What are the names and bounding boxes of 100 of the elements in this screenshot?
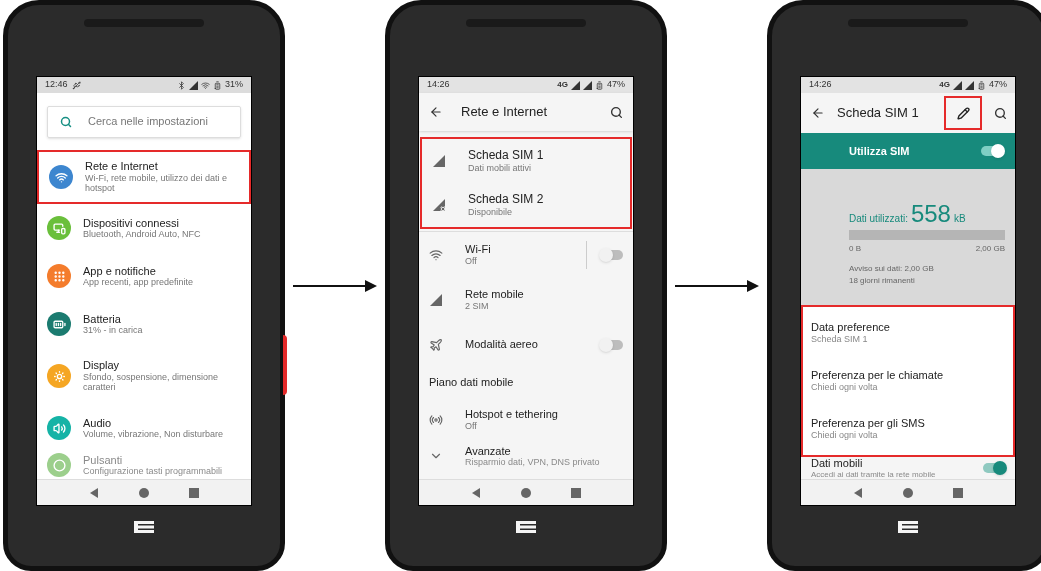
home-circle-icon[interactable] [139,487,149,498]
arrow-right-icon [293,279,377,292]
sim-item[interactable]: Scheda SIM 2 Disponibile [422,183,630,227]
battery-icon [977,80,986,90]
search-icon[interactable] [610,105,623,119]
item-subtitle: App recenti, app predefinite [83,277,194,288]
item-subtitle: Accedi ai dati tramite la rete mobile [811,469,936,479]
settings-item[interactable]: Wi-Fi Off [419,232,633,277]
use-sim-label: Utilizza SIM [849,143,910,159]
settings-item[interactable]: Modalità aereo [419,322,633,367]
item-title: Display [83,359,121,372]
back-triangle-icon[interactable] [471,487,481,498]
home-circle-icon[interactable] [521,487,531,498]
signal-icon [432,154,446,168]
search-icon [60,115,72,128]
item-subtitle: Sfondo, sospensione, dimensione caratteri [83,371,220,393]
square-icon[interactable] [571,487,581,498]
usb-icon [71,80,81,90]
settings-item[interactable]: Rete e Internet Wi-Fi, rete mobile, utilizzo dei dati e hotspot [37,150,251,204]
item-subtitle: Volume, vibrazione, Non disturbare [83,429,224,440]
settings-item[interactable]: Audio Volume, vibrazione, Non disturbare [37,404,251,452]
hotspot-icon [429,412,443,427]
clock-text: 14:26 [809,78,832,92]
settings-item[interactable]: Dati mobili Accedi ai dati tramite la rete mobile [801,457,1015,479]
clock-text: 12:46 [45,78,68,92]
item-title: Preferenza per gli SMS [811,417,926,431]
search-icon[interactable] [994,106,1007,120]
edit-button[interactable] [944,96,982,130]
settings-item[interactable]: Display Sfondo, sospensione, dimensione caratteri [37,348,251,404]
item-title: Audio [83,416,113,430]
sim-item[interactable]: Scheda SIM 1 Dati mobili attivi [422,139,630,183]
item-title: Wi-Fi [465,243,492,256]
search-placeholder: Cerca nelle impostazioni [88,114,208,130]
toggle-switch[interactable] [981,146,1003,156]
item-title: Scheda SIM 2 [468,192,544,207]
item-title: Scheda SIM 1 [468,148,544,163]
toolbar-title: Scheda SIM 1 [837,104,920,123]
item-title: Batteria [83,312,122,326]
item-subtitle: 2 SIM [465,300,490,311]
item-subtitle: Configurazione tasti programmabili [83,466,223,477]
usage-label: Dati utilizzati: [849,212,908,226]
item-subtitle: Wi-Fi, rete mobile, utilizzo dei dati e hotspot [85,172,229,194]
settings-item[interactable]: App e notifiche App recenti, app predefinite [37,252,251,300]
item-subtitle: Scheda SIM 1 [811,334,869,345]
item-subtitle: Risparmio dati, VPN, DNS privato [465,457,601,468]
usage-min: 0 B [849,243,861,255]
logo-icon [514,520,538,534]
signal-icon [189,80,198,90]
toggle-switch[interactable] [601,249,623,260]
back-triangle-icon[interactable] [89,487,99,498]
item-subtitle: Disponibile [468,206,514,218]
settings-item[interactable]: Pulsanti Configurazione tasti programmabili [37,452,251,478]
square-icon[interactable] [189,487,199,498]
pencil-icon [956,106,970,120]
battery-text: 47% [989,78,1007,92]
preference-item[interactable]: Preferenza per le chiamate Chiedi ogni volta [803,357,1013,405]
item-subtitle: Off [465,255,478,266]
home-circle-icon[interactable] [903,487,913,498]
section-header: Piano dati mobile [428,374,515,390]
battery-text: 47% [607,78,625,92]
back-triangle-icon[interactable] [853,487,863,498]
item-title: Data preference [811,321,891,335]
no-signal-icon [432,198,446,212]
clock-text: 14:26 [427,78,450,92]
search-field[interactable]: Cerca nelle impostazioni [47,105,241,138]
usage-unit: kB [953,212,966,226]
item-subtitle: Bluetooth, Android Auto, NFC [83,229,201,240]
wifi-icon [201,80,210,90]
usage-max: 2,00 GB [975,243,1005,255]
signal-icon [429,292,443,307]
settings-item[interactable]: Dispositivi connessi Bluetooth, Android Auto, NFC [37,204,251,252]
item-subtitle: Off [465,420,478,431]
toggle-switch[interactable] [983,463,1005,473]
item-title: Hotspot e tethering [465,408,559,421]
square-icon[interactable] [953,487,963,498]
item-title: App e notifiche [83,264,157,278]
preference-item[interactable]: Preferenza per gli SMS Chiedi ogni volta [803,405,1013,453]
network-type-text: 4G [939,79,950,91]
battery-icon [213,80,222,90]
item-title: Dispositivi connessi [83,216,180,230]
battery-text: 31% [225,78,243,92]
item-subtitle: Chiedi ogni volta [811,430,879,441]
settings-item[interactable]: Hotspot e tethering Off [419,397,633,442]
preference-item[interactable]: Data preference Scheda SIM 1 [803,309,1013,357]
wifi-icon [429,247,443,262]
item-subtitle: Dati mobili attivi [468,162,533,174]
item-title: Avanzate [465,444,512,458]
usage-amount: 558 [910,202,951,226]
item-title: Pulsanti [83,453,124,467]
days-remaining: 18 giorni rimanenti [849,275,916,287]
item-subtitle: 31% - in carica [83,325,143,336]
settings-item[interactable]: Batteria 31% - in carica [37,300,251,348]
toggle-switch[interactable] [601,339,623,350]
settings-item[interactable]: Rete mobile 2 SIM [419,277,633,322]
settings-item[interactable]: Avanzate Risparmio dati, VPN, DNS privato [419,442,633,470]
item-title: Modalità aereo [465,338,539,351]
airplane-icon [429,337,443,352]
side-button[interactable] [283,335,287,395]
logo-icon [896,520,920,534]
back-arrow-icon[interactable] [811,106,825,120]
